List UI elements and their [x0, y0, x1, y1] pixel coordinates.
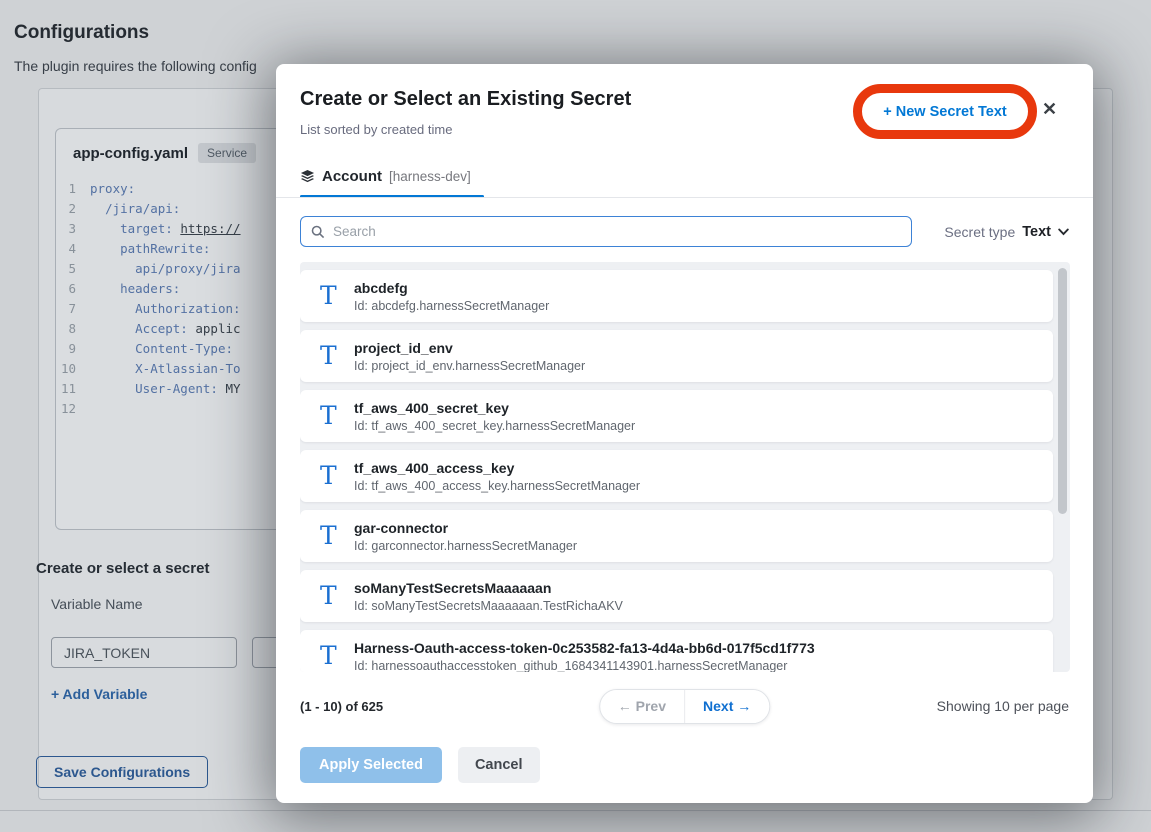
text-secret-icon: T: [320, 583, 354, 610]
modal-title: Create or Select an Existing Secret: [300, 88, 631, 111]
modal-subtitle: List sorted by created time: [300, 122, 452, 137]
cancel-button[interactable]: Cancel: [458, 747, 540, 783]
tab-bottom-border: [276, 197, 1093, 198]
secret-list-item[interactable]: T Harness-Oauth-access-token-0c253582-fa…: [300, 630, 1053, 672]
secret-name: tf_aws_400_access_key: [354, 460, 640, 476]
text-secret-icon: T: [320, 463, 354, 490]
next-page-button[interactable]: Next →: [685, 690, 769, 723]
secret-type-label: Secret type: [944, 224, 1015, 240]
annotation-red-circle: + New Secret Text: [853, 84, 1037, 139]
secret-name: soManyTestSecretsMaaaaaan: [354, 580, 623, 596]
secret-id: Id: garconnector.harnessSecretManager: [354, 539, 577, 553]
tab-account[interactable]: Account [harness-dev]: [300, 168, 471, 185]
secret-name: project_id_env: [354, 340, 585, 356]
search-input[interactable]: [333, 224, 901, 239]
search-icon: [311, 225, 325, 239]
secret-name: Harness-Oauth-access-token-0c253582-fa13…: [354, 640, 815, 656]
close-icon[interactable]: ✕: [1042, 100, 1057, 118]
secret-type-value: Text: [1022, 224, 1051, 240]
list-scrollbar[interactable]: [1058, 268, 1067, 666]
secret-list-item[interactable]: T abcdefg Id: abcdefg.harnessSecretManag…: [300, 270, 1053, 322]
text-secret-icon: T: [320, 523, 354, 550]
secret-type-dropdown[interactable]: Secret type Text: [944, 224, 1069, 240]
secret-list: T abcdefg Id: abcdefg.harnessSecretManag…: [300, 262, 1070, 672]
tab-account-label: Account: [322, 168, 382, 185]
secret-id: Id: soManyTestSecretsMaaaaaan.TestRichaA…: [354, 599, 623, 613]
text-secret-icon: T: [320, 403, 354, 430]
list-scrollbar-thumb[interactable]: [1058, 268, 1067, 514]
tab-account-scope: [harness-dev]: [389, 169, 471, 184]
pager: ← Prev Next →: [599, 689, 770, 724]
text-secret-icon: T: [320, 283, 354, 310]
secret-picker-modal: Create or Select an Existing Secret List…: [276, 64, 1093, 803]
secret-list-item[interactable]: T project_id_env Id: project_id_env.harn…: [300, 330, 1053, 382]
secret-name: abcdefg: [354, 280, 549, 296]
secret-id: Id: abcdefg.harnessSecretManager: [354, 299, 549, 313]
text-secret-icon: T: [320, 343, 354, 370]
per-page-label: Showing 10 per page: [937, 698, 1069, 714]
pagination-range: (1 - 10) of 625: [300, 699, 383, 714]
secret-list-item[interactable]: T gar-connector Id: garconnector.harness…: [300, 510, 1053, 562]
secret-list-item[interactable]: T tf_aws_400_access_key Id: tf_aws_400_a…: [300, 450, 1053, 502]
search-box[interactable]: [300, 216, 912, 247]
secret-id: Id: tf_aws_400_secret_key.harnessSecretM…: [354, 419, 635, 433]
secret-id: Id: harnessoauthaccesstoken_github_16843…: [354, 659, 815, 673]
text-secret-icon: T: [320, 643, 354, 670]
secret-id: Id: project_id_env.harnessSecretManager: [354, 359, 585, 373]
apply-selected-button[interactable]: Apply Selected: [300, 747, 442, 783]
secret-name: gar-connector: [354, 520, 577, 536]
secret-name: tf_aws_400_secret_key: [354, 400, 635, 416]
chevron-down-icon: [1058, 228, 1069, 236]
secret-id: Id: tf_aws_400_access_key.harnessSecretM…: [354, 479, 640, 493]
secret-list-item[interactable]: T tf_aws_400_secret_key Id: tf_aws_400_s…: [300, 390, 1053, 442]
prev-page-button[interactable]: ← Prev: [600, 690, 685, 723]
layers-icon: [300, 169, 315, 184]
new-secret-text-button[interactable]: + New Secret Text: [883, 104, 1006, 120]
secret-list-item[interactable]: T soManyTestSecretsMaaaaaan Id: soManyTe…: [300, 570, 1053, 622]
